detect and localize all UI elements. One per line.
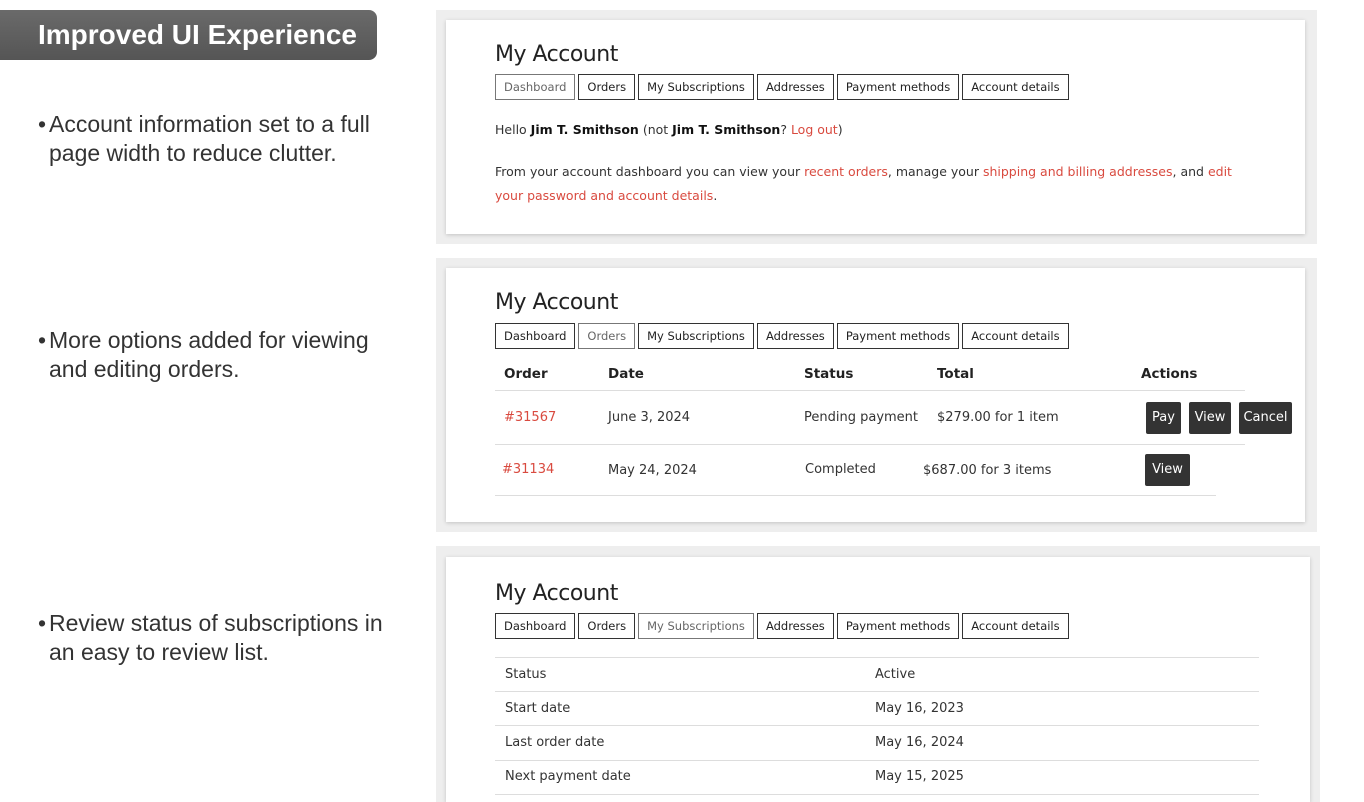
tab-payment-methods[interactable]: Payment methods xyxy=(836,323,960,349)
table-divider xyxy=(495,725,1259,726)
feature-bullet-2: • More options added for viewing and edi… xyxy=(38,326,398,384)
tab-account-details[interactable]: Account details xyxy=(962,323,1069,349)
tab-addresses[interactable]: Addresses xyxy=(756,323,834,349)
table-divider xyxy=(495,691,1259,692)
subscription-row-value: May 15, 2025 xyxy=(875,769,964,784)
section-banner: Improved UI Experience xyxy=(0,10,377,60)
order-date: June 3, 2024 xyxy=(608,410,691,425)
order-total: $687.00 for 3 items xyxy=(923,463,1052,478)
feature-text: Review status of subscriptions in an eas… xyxy=(49,610,383,665)
bullet-dot: • xyxy=(38,111,47,137)
subscriptions-panel: My Account Dashboard Orders My Subscript… xyxy=(446,557,1310,802)
pay-button[interactable]: Pay xyxy=(1146,402,1181,434)
order-number-link[interactable]: #31134 xyxy=(502,462,554,477)
column-header-total: Total xyxy=(937,366,974,382)
feature-text: More options added for viewing and editi… xyxy=(49,327,369,382)
logout-link[interactable]: Log out xyxy=(791,122,838,137)
account-tabs: Dashboard Orders My Subscriptions Addres… xyxy=(495,323,1069,349)
subscription-row-value: Active xyxy=(875,667,916,682)
bullet-dot: • xyxy=(38,327,47,353)
table-divider xyxy=(495,760,1259,761)
order-total: $279.00 for 1 item xyxy=(937,410,1059,425)
greeting-hello: Hello xyxy=(495,122,527,137)
page-title: My Account xyxy=(495,290,618,315)
account-tabs: Dashboard Orders My Subscriptions Addres… xyxy=(495,613,1069,639)
table-divider xyxy=(495,390,1245,391)
order-status: Completed xyxy=(805,462,876,477)
column-header-order: Order xyxy=(504,366,548,382)
table-divider xyxy=(495,657,1259,658)
dashboard-intro: From your account dashboard you can view… xyxy=(495,160,1255,208)
intro-text: From your account dashboard you can view… xyxy=(495,164,801,179)
intro-and: , and xyxy=(1172,164,1204,179)
page-title: My Account xyxy=(495,581,618,606)
tab-orders[interactable]: Orders xyxy=(578,74,636,100)
addresses-link[interactable]: shipping and billing addresses xyxy=(983,164,1173,179)
column-header-status: Status xyxy=(804,366,854,382)
column-header-date: Date xyxy=(608,366,644,382)
tab-dashboard[interactable]: Dashboard xyxy=(495,323,576,349)
greeting-question: ? xyxy=(780,122,787,137)
account-tabs: Dashboard Orders My Subscriptions Addres… xyxy=(495,74,1069,100)
greeting-not: (not xyxy=(642,122,669,137)
order-date: May 24, 2024 xyxy=(608,463,697,478)
tab-orders[interactable]: Orders xyxy=(578,613,636,639)
subscription-row-label: Start date xyxy=(505,701,571,716)
tab-addresses[interactable]: Addresses xyxy=(756,74,834,100)
tab-account-details[interactable]: Account details xyxy=(962,74,1069,100)
tab-payment-methods[interactable]: Payment methods xyxy=(836,613,960,639)
order-status: Pending payment xyxy=(804,410,919,425)
tab-dashboard[interactable]: Dashboard xyxy=(495,613,576,639)
user-name: Jim T. Smithson xyxy=(672,122,781,137)
view-order-button[interactable]: View xyxy=(1145,454,1190,486)
tab-addresses[interactable]: Addresses xyxy=(756,613,834,639)
recent-orders-link[interactable]: recent orders xyxy=(804,164,888,179)
table-divider xyxy=(495,495,1216,496)
subscription-row-value: May 16, 2023 xyxy=(875,701,964,716)
bullet-dot: • xyxy=(38,610,47,636)
tab-subscriptions[interactable]: My Subscriptions xyxy=(638,74,754,100)
tab-dashboard[interactable]: Dashboard xyxy=(495,74,576,100)
view-order-button[interactable]: View xyxy=(1189,402,1231,434)
subscription-row-label: Status xyxy=(505,667,547,682)
orders-panel: My Account Dashboard Orders My Subscript… xyxy=(446,268,1305,522)
cancel-order-button[interactable]: Cancel xyxy=(1239,402,1292,434)
greeting-text: Hello Jim T. Smithson (not Jim T. Smiths… xyxy=(495,118,1255,142)
order-number-link[interactable]: #31567 xyxy=(504,410,556,425)
user-name: Jim T. Smithson xyxy=(530,122,639,137)
tab-orders[interactable]: Orders xyxy=(578,323,636,349)
intro-manage: , manage your xyxy=(887,164,979,179)
column-header-actions: Actions xyxy=(1141,366,1198,382)
subscription-row-label: Last order date xyxy=(505,735,605,750)
page-title: My Account xyxy=(495,42,618,67)
dashboard-panel: My Account Dashboard Orders My Subscript… xyxy=(446,20,1305,234)
tab-subscriptions[interactable]: My Subscriptions xyxy=(638,323,754,349)
intro-period: . xyxy=(713,188,718,203)
feature-text: Account information set to a full page w… xyxy=(49,111,370,166)
subscription-row-value: May 16, 2024 xyxy=(875,735,964,750)
greeting-close: ) xyxy=(837,122,843,137)
subscription-row-label: Next payment date xyxy=(505,769,631,784)
table-divider xyxy=(495,794,1259,795)
feature-bullet-3: • Review status of subscriptions in an e… xyxy=(38,609,398,667)
feature-bullet-1: • Account information set to a full page… xyxy=(38,110,398,168)
tab-account-details[interactable]: Account details xyxy=(962,613,1069,639)
tab-subscriptions[interactable]: My Subscriptions xyxy=(638,613,754,639)
table-divider xyxy=(495,444,1245,445)
tab-payment-methods[interactable]: Payment methods xyxy=(836,74,960,100)
